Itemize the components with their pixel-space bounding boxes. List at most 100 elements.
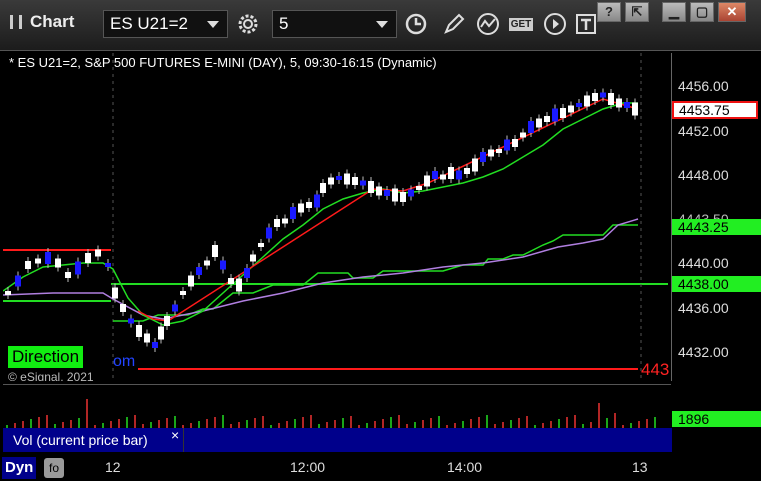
interval-input[interactable]: 5 bbox=[272, 10, 397, 38]
candle-body bbox=[608, 93, 614, 105]
candle-body bbox=[392, 188, 398, 202]
volume-axis: 1896 bbox=[672, 384, 761, 428]
candle-body bbox=[314, 194, 320, 208]
candle-body bbox=[320, 183, 326, 193]
candle-body bbox=[624, 102, 630, 108]
green-moving-average bbox=[2, 102, 638, 326]
candle-body bbox=[600, 92, 606, 98]
candle-body bbox=[632, 102, 638, 116]
chevron-down-icon[interactable] bbox=[207, 21, 219, 28]
candle-body bbox=[45, 252, 51, 264]
volume-pane[interactable] bbox=[3, 384, 671, 429]
studies-icon[interactable] bbox=[474, 10, 502, 38]
time-tick: 13 bbox=[632, 459, 648, 475]
candle-body bbox=[196, 267, 202, 275]
help-button[interactable]: ? bbox=[597, 2, 621, 22]
candle-body bbox=[328, 177, 334, 185]
price-axis[interactable]: 4456.00 4452.00 4448.00 4443.50 4440.00 … bbox=[672, 53, 761, 381]
candle-body bbox=[65, 272, 71, 278]
candle-body bbox=[336, 176, 342, 180]
candle-body bbox=[440, 174, 446, 180]
close-icon[interactable]: × bbox=[171, 427, 179, 443]
dyn-label: Dyn bbox=[2, 457, 36, 479]
candle-body bbox=[228, 278, 234, 284]
text-tool-icon[interactable] bbox=[572, 10, 600, 38]
candle-body bbox=[266, 227, 272, 239]
candle-body bbox=[584, 95, 590, 107]
price-tick: 4440.00 bbox=[678, 255, 729, 271]
candle-body bbox=[384, 190, 390, 196]
price-chart-canvas: * ES U21=2, S&P 500 FUTURES E-MINI (DAY)… bbox=[2, 53, 669, 384]
candle-body bbox=[528, 121, 534, 133]
dynamic-mode-icon[interactable]: fo bbox=[44, 458, 64, 478]
green-step-line bbox=[113, 224, 638, 322]
partial-label: om bbox=[113, 353, 136, 370]
candle-body bbox=[408, 189, 414, 197]
candle-body bbox=[204, 260, 210, 266]
settings-gear-icon[interactable] bbox=[234, 10, 262, 38]
symbol-value: ES U21=2 bbox=[110, 14, 188, 33]
time-tick: 12 bbox=[105, 459, 121, 475]
last-price-marker: 4453.75 bbox=[672, 101, 758, 119]
candle-body bbox=[544, 116, 550, 122]
interval-value: 5 bbox=[279, 14, 289, 33]
play-icon[interactable] bbox=[541, 10, 569, 38]
maximize-button[interactable]: ▢ bbox=[690, 2, 714, 22]
candle-body bbox=[552, 108, 558, 122]
volume-bars bbox=[6, 399, 656, 429]
candle-body bbox=[212, 245, 218, 257]
candle-body bbox=[376, 186, 382, 196]
price-tick: 4432.00 bbox=[678, 344, 729, 360]
get-button[interactable]: GET bbox=[506, 10, 536, 38]
pencil-icon[interactable] bbox=[440, 10, 468, 38]
direction-badge: Direction bbox=[8, 346, 84, 368]
candle-body bbox=[244, 268, 250, 278]
minimize-button[interactable]: ▁ bbox=[662, 2, 686, 22]
candle-body bbox=[480, 152, 486, 162]
volume-canvas bbox=[6, 399, 656, 429]
candle-body bbox=[236, 278, 242, 292]
clock-icon[interactable] bbox=[402, 10, 430, 38]
candle-body bbox=[25, 261, 31, 269]
candle-body bbox=[120, 304, 126, 312]
candle-body bbox=[616, 98, 622, 108]
symbol-input[interactable]: ES U21=2 bbox=[103, 10, 228, 38]
candle-body bbox=[432, 171, 438, 179]
purple-average-line bbox=[2, 218, 639, 320]
candle-body bbox=[576, 103, 582, 107]
candle-body bbox=[368, 181, 374, 193]
close-button[interactable]: ✕ bbox=[718, 2, 746, 22]
candle-body bbox=[274, 219, 280, 227]
window-title: Chart bbox=[30, 12, 75, 31]
candle-body bbox=[504, 139, 510, 151]
candle-body bbox=[15, 275, 21, 287]
candle-body bbox=[188, 275, 194, 287]
candle-body bbox=[5, 291, 11, 295]
candle-body bbox=[360, 180, 366, 186]
green-upper-marker: 4443.25 bbox=[672, 219, 761, 235]
candle-body bbox=[158, 326, 164, 340]
candle-body bbox=[536, 118, 542, 128]
candle-body bbox=[560, 108, 566, 118]
candle-body bbox=[144, 333, 150, 343]
chart-header: * ES U21=2, S&P 500 FUTURES E-MINI (DAY)… bbox=[9, 55, 437, 70]
time-axis[interactable]: Dyn fo 12 12:00 14:00 13 bbox=[0, 454, 761, 481]
time-tick: 12:00 bbox=[290, 459, 326, 475]
candle-body bbox=[416, 186, 422, 190]
candle-body bbox=[290, 207, 296, 219]
candle-body bbox=[258, 243, 264, 247]
toolbar: Chart ES U21=2 5 GET ? ⇱ ▁ ▢ ✕ bbox=[0, 0, 761, 51]
candle-body bbox=[400, 192, 406, 202]
price-tick: 4452.00 bbox=[678, 123, 729, 139]
candle-body bbox=[456, 170, 462, 180]
candle-body bbox=[496, 149, 502, 153]
grip-icon[interactable] bbox=[10, 15, 22, 29]
candle-body bbox=[250, 254, 256, 262]
link-button[interactable]: ⇱ bbox=[625, 2, 649, 22]
cut-price-label: 443 bbox=[641, 360, 669, 379]
price-chart[interactable]: * ES U21=2, S&P 500 FUTURES E-MINI (DAY)… bbox=[2, 53, 672, 384]
candle-body bbox=[180, 291, 186, 295]
candle-body bbox=[464, 168, 470, 174]
candle-body bbox=[152, 342, 158, 348]
chevron-down-icon[interactable] bbox=[376, 21, 388, 28]
